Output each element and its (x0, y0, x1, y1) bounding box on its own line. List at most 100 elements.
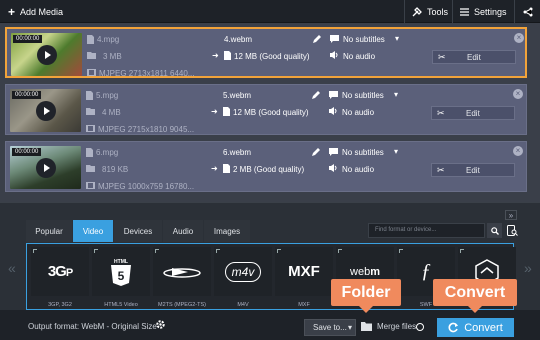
format-search-input[interactable]: Find format or device... (368, 223, 485, 238)
edit-button[interactable]: ✂ Edit (431, 106, 515, 120)
pencil-icon[interactable] (312, 148, 320, 156)
format-tile-m4v[interactable]: m4v M4V (214, 247, 272, 308)
menu-icon (460, 7, 469, 16)
source-codec: MJPEG 2715x1810 9045... (98, 125, 195, 134)
open-folder-icon[interactable] (361, 322, 372, 331)
chevron-down-icon[interactable]: ▾ (394, 90, 398, 99)
source-filename: 4.mpg (97, 35, 120, 44)
remove-file-icon[interactable]: × (513, 146, 523, 156)
refresh-icon (448, 322, 459, 333)
share-icon (523, 7, 532, 16)
detect-device-button[interactable] (505, 222, 520, 239)
edit-button[interactable]: ✂ Edit (432, 50, 516, 64)
scissors-icon: ✂ (438, 52, 446, 62)
format-tile-m2ts[interactable]: M2TS (MPEG2-TS) (153, 247, 211, 308)
edit-label: Edit (467, 52, 481, 62)
edit-label: Edit (466, 108, 480, 118)
file-list: 00:00:00 4.mpg 3 MB MJPEG 2713x1811 6440… (0, 23, 540, 203)
chevron-down-icon[interactable]: ▾ (395, 34, 399, 43)
output-size[interactable]: 12 MB (Good quality) (234, 52, 310, 61)
remove-file-icon[interactable]: × (514, 33, 524, 43)
settings-label: Settings (474, 6, 507, 17)
output-filename: 5.webm (223, 91, 252, 100)
m4v-logo-icon: m4v (214, 247, 272, 296)
tab-devices[interactable]: Devices (114, 220, 162, 242)
panel-divider (0, 202, 540, 215)
audio-select[interactable]: No audio (342, 165, 374, 174)
save-to-dropdown[interactable]: Save to... ▾ (304, 319, 356, 336)
file-row[interactable]: 00:00:00 5.mpg 4 MB MJPEG 2715x1810 9045… (5, 84, 527, 135)
folder-callout: Folder (331, 279, 401, 313)
format-label: M2TS (MPEG2-TS) (158, 302, 206, 308)
remove-file-icon[interactable]: × (513, 89, 523, 99)
collapse-panel-icon[interactable]: » (505, 210, 517, 220)
bluray-logo-icon (153, 247, 211, 296)
pencil-icon[interactable] (313, 35, 321, 43)
play-icon[interactable] (36, 158, 56, 178)
subtitles-select[interactable]: No subtitles (343, 35, 385, 44)
video-thumbnail[interactable]: 00:00:00 (10, 89, 81, 132)
edit-button[interactable]: ✂ Edit (431, 163, 515, 177)
file-row[interactable]: 00:00:00 6.mpg 819 KB MJPEG 1000x759 167… (5, 141, 527, 192)
file-row[interactable]: 00:00:00 4.mpg 3 MB MJPEG 2713x1811 6440… (5, 27, 527, 78)
convert-callout: Convert (433, 279, 517, 313)
arrow-icon: ➜ (211, 107, 218, 116)
output-size[interactable]: 12 MB (Good quality) (233, 108, 309, 117)
audio-select[interactable]: No audio (342, 108, 374, 117)
folder-icon (86, 165, 95, 172)
subtitles-select[interactable]: No subtitles (342, 148, 384, 157)
merge-files-label: Merge files: (377, 322, 419, 331)
arrow-icon: ➜ (211, 164, 218, 173)
pencil-icon[interactable] (312, 91, 320, 99)
format-label: HTML5 Video (104, 302, 138, 308)
top-toolbar: + Add Media Tools Settings (0, 0, 540, 23)
merge-files-toggle[interactable] (416, 323, 424, 331)
source-size: 4 MB (102, 108, 121, 117)
subtitles-icon (329, 148, 338, 156)
video-thumbnail[interactable]: 00:00:00 (11, 33, 82, 76)
device-search-icon (507, 224, 518, 236)
format-label: 3GP, 3G2 (48, 302, 72, 308)
speaker-icon (329, 164, 337, 172)
folder-icon (87, 52, 96, 59)
format-tile-mxf[interactable]: MXF MXF (275, 247, 333, 308)
tab-popular[interactable]: Popular (26, 220, 72, 242)
edit-label: Edit (466, 165, 480, 175)
video-thumbnail[interactable]: 00:00:00 (10, 146, 81, 189)
source-filename: 6.mpg (96, 148, 119, 157)
speaker-icon (329, 107, 337, 115)
play-icon[interactable] (37, 45, 57, 65)
duration-badge: 00:00:00 (12, 91, 42, 99)
tools-label: Tools (427, 6, 449, 17)
tools-button[interactable]: Tools (404, 0, 451, 23)
format-tile-3gp[interactable]: 3GP 3GP, 3G2 (31, 247, 89, 308)
play-icon[interactable] (36, 101, 56, 121)
format-tile-html5[interactable]: HTML 5 HTML5 Video (92, 247, 150, 308)
settings-button[interactable]: Settings (452, 0, 512, 23)
add-media-label: Add Media (20, 6, 64, 17)
convert-label: Convert (464, 321, 503, 334)
scroll-right-arrow[interactable]: » (524, 260, 532, 276)
film-icon (86, 182, 95, 189)
tab-video[interactable]: Video (73, 220, 113, 242)
tab-images[interactable]: Images (204, 220, 250, 242)
search-icon (490, 226, 499, 235)
chevron-down-icon[interactable]: ▾ (394, 147, 398, 156)
format-label: M4V (237, 302, 249, 308)
search-button[interactable] (487, 223, 502, 238)
subtitles-select[interactable]: No subtitles (342, 91, 384, 100)
subtitles-icon (329, 91, 338, 99)
convert-button[interactable]: Convert (437, 318, 514, 337)
scissors-icon: ✂ (437, 108, 445, 118)
audio-select[interactable]: No audio (343, 52, 375, 61)
gear-icon[interactable] (155, 319, 166, 330)
scroll-left-arrow[interactable]: « (8, 260, 16, 276)
share-button[interactable] (514, 0, 540, 23)
output-size[interactable]: 2 MB (Good quality) (233, 165, 304, 174)
add-media-button[interactable]: + Add Media (0, 0, 71, 23)
3gp-logo-icon: 3GP (47, 263, 73, 280)
tab-audio[interactable]: Audio (163, 220, 203, 242)
file-icon (86, 148, 93, 157)
tools-icon (412, 6, 422, 16)
plus-icon: + (8, 4, 16, 19)
